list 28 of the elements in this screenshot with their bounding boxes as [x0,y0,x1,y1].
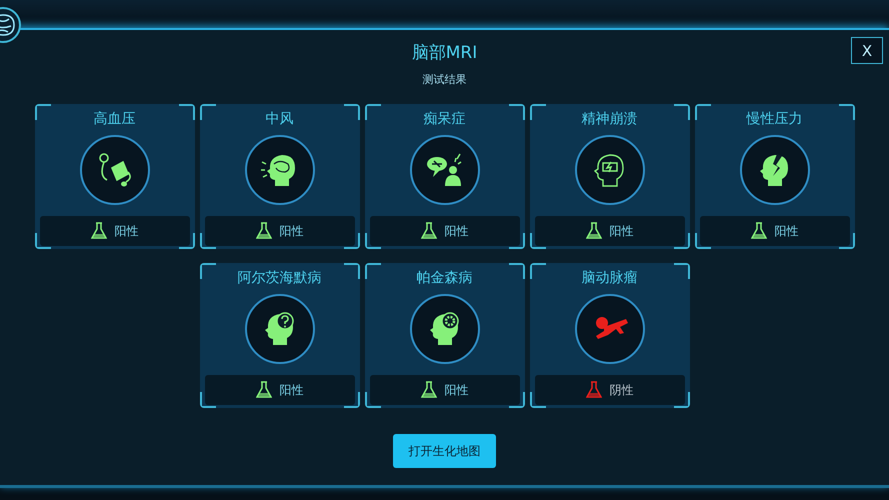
close-button[interactable]: X [851,37,883,64]
flask-icon [586,222,602,240]
condition-title: 脑动脉瘤 [582,269,638,288]
condition-title: 高血压 [94,110,136,129]
condition-title: 慢性压力 [746,110,802,129]
flask-icon [586,381,602,399]
result-label: 阴性 [610,382,634,398]
result-label: 阳性 [774,222,798,240]
open-map-button[interactable]: 打开生化地图 [393,434,496,468]
window-title: 脑部MRI [412,42,478,64]
condition-title: 帕金森病 [416,269,472,288]
flask-icon [256,381,272,399]
subtitle: 测试结果 [422,72,466,88]
result-label: 阳性 [444,382,468,398]
result-label: 阳性 [114,222,138,240]
condition-title: 精神崩溃 [582,110,638,129]
result-label: 阳性 [280,222,304,240]
flask-icon [420,381,436,399]
condition-title: 中风 [266,110,294,129]
result-label: 阳性 [280,382,304,398]
result-label: 阳性 [444,222,468,240]
result-label: 阳性 [610,222,634,240]
condition-title: 痴呆症 [424,110,466,129]
flask-icon [90,222,106,240]
flask-icon [750,222,766,240]
condition-title: 阿尔茨海默病 [238,269,322,288]
flask-icon [420,222,436,240]
flask-icon [256,222,272,240]
